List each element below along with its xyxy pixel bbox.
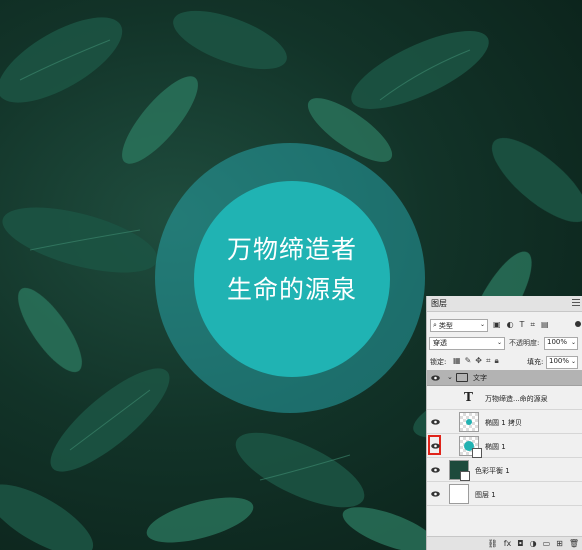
- folder-icon: [456, 373, 468, 382]
- opacity-label: 不透明度:: [509, 339, 540, 347]
- type-filter-icon[interactable]: T: [520, 320, 525, 330]
- fill-label: 填充:: [527, 358, 544, 366]
- layer-thumbnail: [449, 484, 469, 504]
- chevron-down-icon: ⌄: [479, 321, 485, 328]
- layer-text[interactable]: T 万物缔造...命的源泉: [427, 386, 582, 410]
- lock-position-icon[interactable]: ✥: [475, 356, 482, 366]
- eye-icon[interactable]: [431, 466, 440, 473]
- filter-toggle-icon[interactable]: [575, 321, 581, 327]
- layer-list: ⌄ 文字 T 万物缔造...命的源泉 椭圆 1 拷贝 椭圆 1 色彩平衡 1 图…: [427, 370, 582, 506]
- smart-object-filter-icon[interactable]: ▤: [541, 320, 549, 330]
- headline-line-2: 生命的源泉: [226, 275, 357, 304]
- lock-artboard-icon[interactable]: ⌗: [486, 356, 491, 366]
- layer-name: 椭圆 1 拷贝: [485, 419, 522, 427]
- lock-icons: ▦ ✎ ✥ ⌗ 🔒︎: [453, 356, 499, 366]
- link-layers-icon[interactable]: ⛓: [488, 539, 498, 548]
- filter-kind-label: 类型: [438, 321, 453, 330]
- layer-group-text[interactable]: ⌄ 文字: [427, 370, 582, 386]
- adjustment-filter-icon[interactable]: ◐: [507, 320, 514, 330]
- lock-row: 锁定: ▦ ✎ ✥ ⌗ 🔒︎ 填充: 100% ⌄: [427, 355, 582, 369]
- eye-icon[interactable]: [431, 442, 440, 449]
- layer-ellipse[interactable]: 椭圆 1: [427, 434, 582, 458]
- layer-name: 万物缔造...命的源泉: [485, 395, 548, 403]
- fx-icon[interactable]: fx: [504, 539, 512, 548]
- trash-icon[interactable]: 🗑︎: [569, 539, 579, 548]
- lock-all-icon[interactable]: 🔒︎: [494, 356, 498, 366]
- tab-layers[interactable]: 图层: [431, 298, 447, 309]
- add-mask-icon[interactable]: ◘: [517, 539, 523, 548]
- new-group-icon[interactable]: ▭: [543, 539, 551, 548]
- lock-label: 锁定:: [430, 358, 447, 366]
- panel-tabbar: 图层: [427, 296, 582, 312]
- pixel-filter-icon[interactable]: ▣: [493, 320, 501, 330]
- search-icon: ⌕: [433, 321, 437, 329]
- filter-icons: ▣ ◐ T ⌗ ▤: [493, 320, 549, 330]
- layer-name: 图层 1: [475, 491, 496, 499]
- chevron-down-icon: ⌄: [496, 339, 502, 346]
- lock-transparency-icon[interactable]: ▦: [453, 356, 461, 366]
- fill-input[interactable]: 100% ⌄: [546, 356, 578, 369]
- opacity-input[interactable]: 100% ⌄: [544, 337, 578, 350]
- blend-mode-select[interactable]: 穿透 ⌄: [429, 337, 505, 350]
- layer-color-balance[interactable]: 色彩平衡 1: [427, 458, 582, 482]
- panel-bottom-bar: ⛓ fx ◘ ◑ ▭ ⊞ 🗑︎: [427, 536, 582, 550]
- layer-name: 色彩平衡 1: [475, 467, 510, 475]
- fill-value: 100%: [549, 357, 570, 365]
- headline-line-1: 万物缔造者: [226, 235, 357, 264]
- shape-filter-icon[interactable]: ⌗: [530, 320, 535, 330]
- eye-icon[interactable]: [431, 418, 440, 425]
- filter-kind-select[interactable]: ⌕ 类型 ⌄: [430, 319, 488, 332]
- panel-menu-icon[interactable]: [572, 299, 580, 307]
- layer-ellipse-copy[interactable]: 椭圆 1 拷贝: [427, 410, 582, 434]
- layers-panel: 图层 ⌕ 类型 ⌄ ▣ ◐ T ⌗ ▤ 穿透 ⌄ 不透明度: 100% ⌄ 锁定…: [426, 296, 582, 550]
- layer-thumbnail: [459, 412, 479, 432]
- chevron-down-icon[interactable]: ⌄: [447, 373, 453, 381]
- opacity-value: 100%: [547, 338, 568, 346]
- layer-name: 文字: [473, 374, 487, 382]
- filter-row: ⌕ 类型 ⌄ ▣ ◐ T ⌗ ▤: [427, 317, 582, 333]
- eye-icon[interactable]: [431, 375, 440, 381]
- chevron-down-icon: ⌄: [570, 339, 576, 346]
- layer-thumbnail: [449, 460, 470, 481]
- blend-row: 穿透 ⌄ 不透明度: 100% ⌄: [427, 336, 582, 350]
- new-layer-icon[interactable]: ⊞: [556, 539, 563, 548]
- adjustment-layer-icon[interactable]: ◑: [530, 539, 537, 548]
- headline-text: 万物缔造者 生命的源泉: [194, 230, 390, 310]
- blend-mode-value: 穿透: [433, 339, 447, 347]
- eye-icon[interactable]: [431, 490, 440, 497]
- chevron-down-icon: ⌄: [570, 358, 576, 365]
- lock-paint-icon[interactable]: ✎: [465, 356, 472, 366]
- layer-thumbnail: [459, 436, 482, 458]
- layer-pixel[interactable]: 图层 1: [427, 482, 582, 506]
- layer-name: 椭圆 1: [485, 443, 506, 451]
- text-layer-icon: T: [464, 390, 473, 404]
